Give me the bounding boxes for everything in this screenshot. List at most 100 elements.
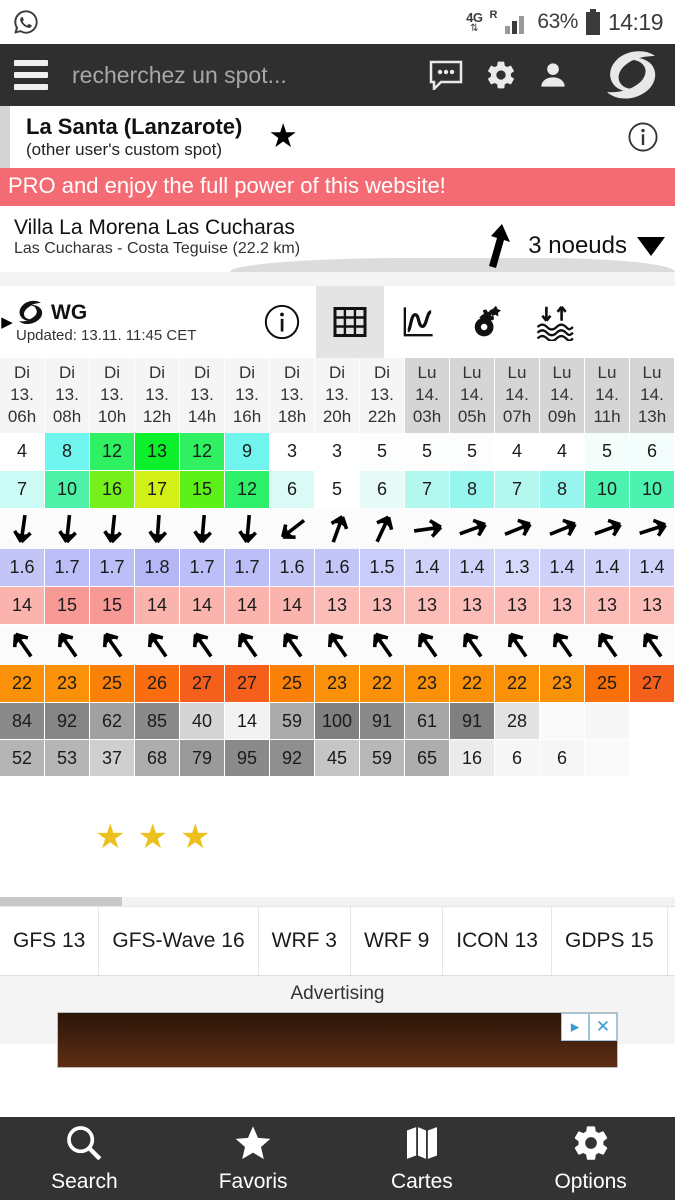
user-icon[interactable] [539, 60, 567, 90]
ad-banner[interactable]: ▸ ✕ [57, 1012, 618, 1069]
forecast-cell-wind-speed: 8 [45, 433, 90, 472]
forecast-cell-cloud-cover-low: 95 [225, 740, 270, 778]
forecast-header-date: 14. [415, 384, 439, 404]
forecast-cell-wave-height: 1.3 [495, 549, 540, 588]
wave-direction-arrow-icon [135, 625, 180, 665]
page-title: La Santa (Lanzarote) [26, 113, 243, 139]
forecast-cell-wave-period: 22 [450, 665, 495, 704]
tide-readout[interactable]: 3 noeuds [474, 220, 665, 272]
forecast-header-hour: 06h [7, 406, 37, 426]
model-tab[interactable]: GFS-Wave 16 [99, 907, 259, 976]
forecast-header-day: Di [238, 363, 256, 382]
forecast-header-hour: 14h [187, 406, 217, 426]
forecast-header-hour: 10h [97, 406, 127, 426]
bottom-nav-label: Favoris [218, 1170, 288, 1193]
forecast-cell-cloud-cover-high [630, 703, 675, 741]
model-tab[interactable]: GFS 13 [0, 907, 100, 976]
tide-waves-icon[interactable] [520, 286, 588, 358]
forecast-cell-wave-height: 1.4 [450, 549, 495, 588]
roaming-indicator: R [489, 9, 498, 21]
forecast-cell-wave-height: 1.4 [405, 549, 450, 588]
rating-star-icon[interactable]: ★ [95, 817, 125, 857]
forecast-cell-wave-period: 22 [0, 665, 45, 704]
triangle-right-icon[interactable]: ▶ [0, 313, 14, 331]
model-updated: Updated: 13.11. 11:45 CET [16, 327, 197, 344]
chevron-down-icon[interactable] [637, 236, 665, 256]
rating-star-icon[interactable]: ★ [137, 817, 167, 857]
forecast-cell-cloud-cover-low: 6 [495, 740, 540, 778]
forecast-cell-wave-period: 27 [180, 665, 225, 704]
model-tab[interactable]: WRF 9 [351, 907, 444, 976]
forecast-table[interactable]: Di 13. 06h Di 13. 08h Di 13. 10h Di 13. 12h Di 13. 14h… [0, 358, 675, 778]
forecast-cell-water-temp: 14 [225, 587, 270, 626]
status-bar: 4G ⇅ R 63% 14:19 [0, 0, 675, 44]
model-tab[interactable]: ICON 13 [443, 907, 552, 976]
bottom-nav-item-favoris[interactable]: Favoris [169, 1123, 338, 1194]
info-icon[interactable] [627, 121, 659, 153]
forecast-cell-cloud-cover-low [585, 740, 630, 778]
forecast-row-wave-direction [0, 625, 675, 666]
model-tab[interactable]: WRF 3 [259, 907, 351, 976]
forecast-header-day: Lu [417, 363, 437, 382]
sub-spot-row[interactable]: Villa La Morena Las Cucharas Las Cuchara… [0, 206, 675, 272]
windguru-logo-icon[interactable] [593, 50, 661, 100]
wind-direction-arrow-icon [270, 509, 315, 549]
pro-banner[interactable]: PRO and enjoy the full power of this web… [0, 168, 675, 206]
model-tab-bar[interactable]: GFS 13 GFS-Wave 16 WRF 3 WRF 9 ICON 13 GDPS 1… [0, 906, 675, 977]
forecast-cell-wave-height: 1.7 [225, 549, 270, 588]
wave-direction-arrow-icon [180, 625, 225, 665]
chat-icon[interactable] [429, 60, 463, 90]
model-tab[interactable]: GDPS 15 [552, 907, 668, 976]
chart-icon[interactable] [384, 286, 452, 358]
bottom-nav-item-search[interactable]: Search [0, 1123, 169, 1194]
info-icon[interactable] [248, 286, 316, 358]
network-type-label: 4G [466, 9, 483, 25]
forecast-cell-wave-period: 23 [405, 665, 450, 704]
wave-direction-arrow-icon [540, 625, 585, 665]
rating-star-icon[interactable]: ★ [180, 817, 210, 857]
forecast-cell-wind-gusts: 12 [225, 471, 270, 510]
spot-header-texts: La Santa (Lanzarote) (other user's custo… [10, 113, 243, 159]
status-bar-right: 4G ⇅ R 63% 14:19 [466, 9, 664, 36]
forecast-row-water-temp: 14 15 15 14 14 14 14 13 13 13 13 13 13 13 13 [0, 587, 675, 626]
star-icon[interactable]: ★ [268, 116, 298, 155]
forecast-cell-wave-height: 1.8 [135, 549, 180, 588]
network-type-icon: 4G ⇅ [466, 9, 483, 34]
forecast-header-date: 14. [460, 384, 484, 404]
bottom-nav-item-cartes[interactable]: Cartes [338, 1123, 507, 1194]
forecast-header-date: 13. [235, 384, 259, 404]
forecast-header-day: Lu [597, 363, 617, 382]
model-brand: WG Updated: 13.11. 11:45 CET [14, 300, 196, 344]
forecast-cell-wind-gusts: 17 [135, 471, 180, 510]
forecast-cell-wind-gusts: 6 [360, 471, 405, 510]
whatsapp-icon [14, 10, 38, 34]
forecast-cell-wind-speed: 4 [540, 433, 585, 472]
bottom-nav-item-options[interactable]: Options [506, 1123, 675, 1194]
tide-value: 3 noeuds [528, 232, 627, 259]
spot-header[interactable]: La Santa (Lanzarote) (other user's custo… [0, 106, 675, 168]
close-icon[interactable]: ✕ [589, 1013, 617, 1042]
horizontal-scrollbar[interactable] [0, 897, 675, 907]
advertising-zone: Advertising ▸ ✕ [0, 976, 675, 1069]
forecast-header-day: Di [58, 363, 76, 382]
gear-icon[interactable] [485, 59, 517, 91]
forecast-cell-wind-speed: 12 [180, 433, 225, 472]
ad-choices-icon[interactable]: ▸ [561, 1013, 589, 1042]
forecast-cell-wind-gusts: 10 [45, 471, 90, 510]
hamburger-icon[interactable] [14, 60, 48, 90]
spot-rating[interactable]: ★ ★ ★ [0, 777, 675, 898]
forecast-cell-wind-gusts: 6 [270, 471, 315, 510]
search-input[interactable]: recherchez un spot... [62, 62, 415, 89]
forecast-header-hour: 07h [502, 406, 532, 426]
forecast-header-date: 13. [370, 384, 394, 404]
bottom-nav-label: Search [51, 1170, 118, 1193]
table-icon[interactable] [316, 286, 384, 358]
forecast-row-wave-period: 22 23 25 26 27 27 25 23 22 23 22 22 23 25 27 [0, 665, 675, 704]
forecast-cell-wave-period: 23 [45, 665, 90, 704]
forecast-row-wind-gusts: 7 10 16 17 15 12 6 5 6 7 8 7 8 10 10 [0, 471, 675, 510]
forecast-cell-cloud-cover-low: 37 [90, 740, 135, 778]
settings-gears-icon[interactable] [452, 286, 520, 358]
model-tool-icons [248, 286, 588, 358]
forecast-header-hour: 08h [52, 406, 82, 426]
scrollbar-thumb[interactable] [0, 897, 122, 907]
